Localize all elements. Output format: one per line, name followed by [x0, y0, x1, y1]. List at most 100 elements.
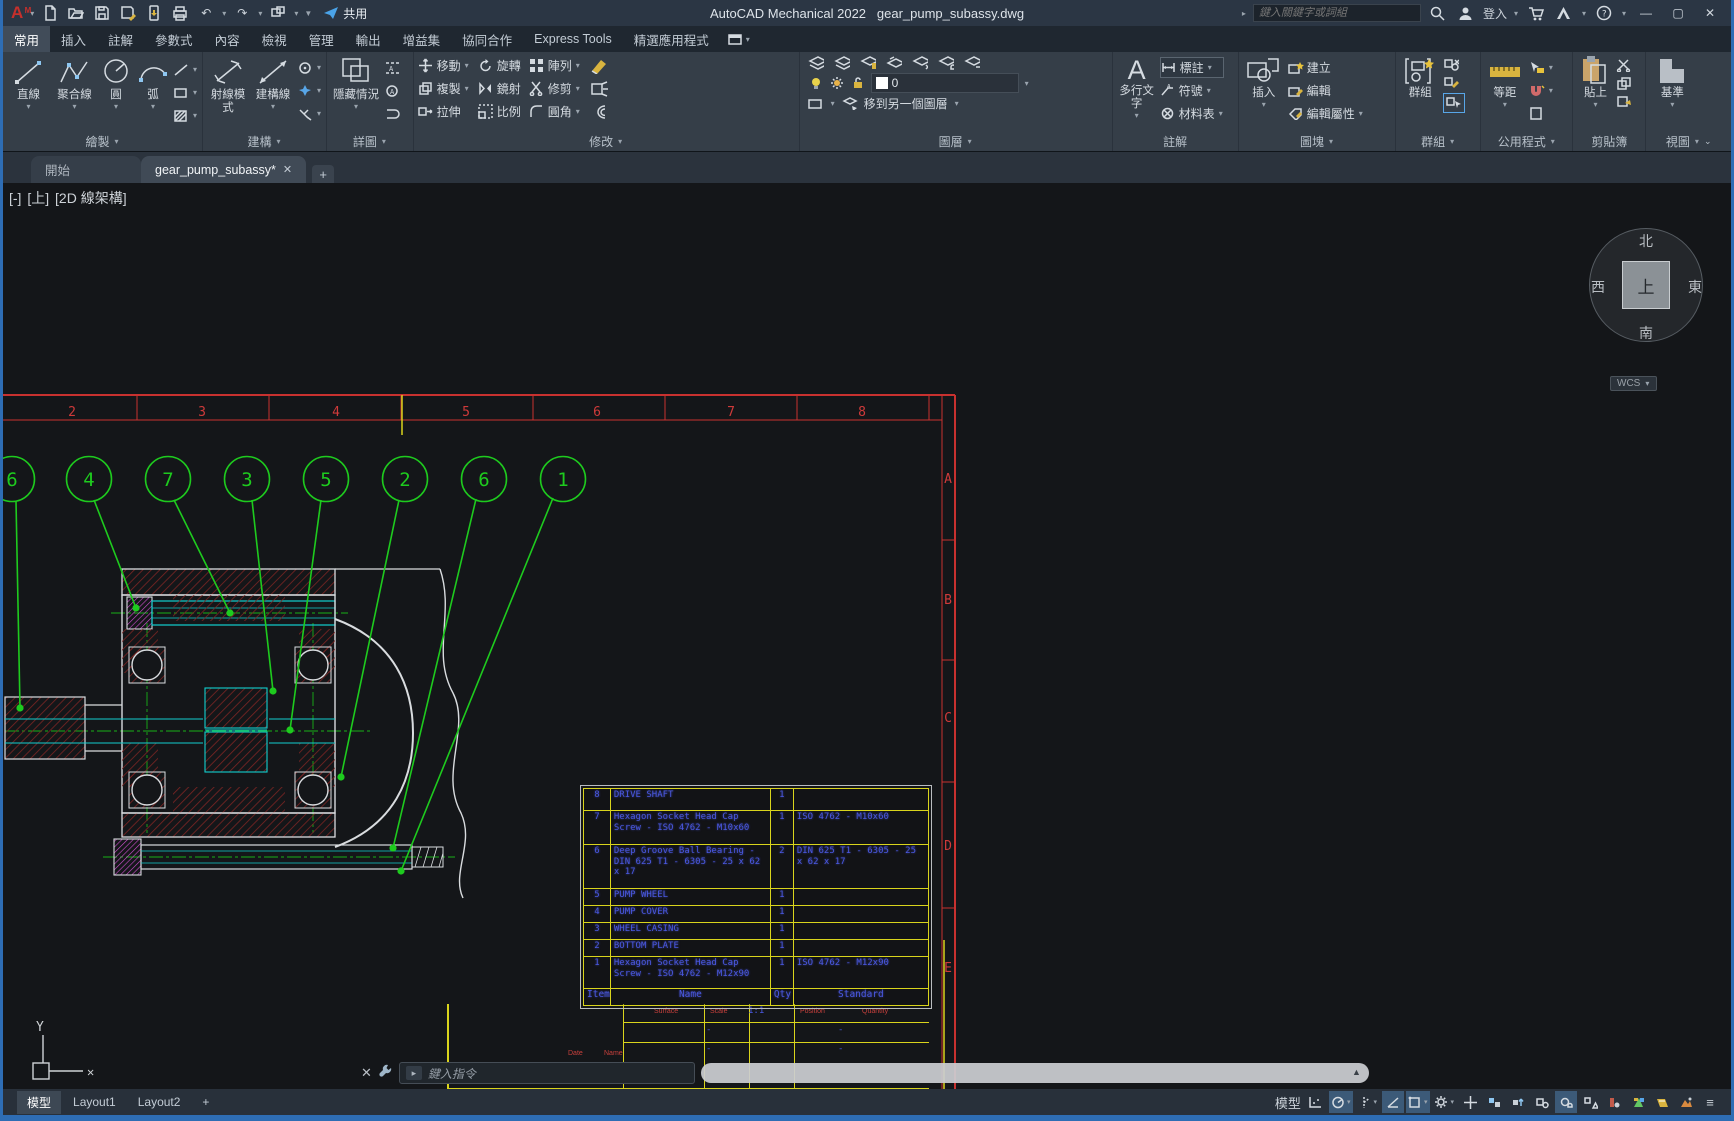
- close-button[interactable]: ✕: [1697, 6, 1723, 20]
- autoscale-toggle[interactable]: [1507, 1091, 1529, 1113]
- arc-button[interactable]: 弧▾: [136, 55, 170, 111]
- hidden-situation-button[interactable]: 隱藏情況▾: [331, 55, 381, 111]
- ray-mode-button[interactable]: 射線模式: [207, 55, 249, 115]
- annotation-lock-toggle[interactable]: [1555, 1091, 1577, 1113]
- help-icon[interactable]: ?: [1593, 3, 1615, 23]
- paste-button[interactable]: 貼上▾: [1577, 55, 1613, 109]
- polyline-button[interactable]: 聚合線▾: [53, 55, 96, 111]
- table-row[interactable]: 2BOTTOM PLATE1: [584, 940, 928, 957]
- search-expand-icon[interactable]: ▸: [1241, 9, 1247, 18]
- move-button[interactable]: 移動▾: [418, 55, 470, 76]
- new-drawing-tab-button[interactable]: +: [312, 165, 334, 183]
- open-from-mobile-button[interactable]: [143, 3, 165, 23]
- mirror-button[interactable]: 鏡射: [478, 78, 521, 99]
- table-row[interactable]: 3WHEEL CASING1: [584, 923, 928, 940]
- user-icon[interactable]: [1455, 3, 1477, 23]
- point-style-button[interactable]: ▾: [1528, 80, 1554, 101]
- layer-thaw-sun-icon[interactable]: [829, 75, 845, 91]
- ribbon-pin-icon[interactable]: ⌄: [1704, 136, 1712, 147]
- app-store-cart-icon[interactable]: [1525, 3, 1547, 23]
- insert-block-button[interactable]: 插入▾: [1243, 55, 1285, 109]
- layout1-tab[interactable]: Layout1: [63, 1092, 126, 1112]
- plot-button[interactable]: [169, 3, 191, 23]
- tab-addins[interactable]: 增益集: [392, 26, 452, 52]
- scale-button[interactable]: 比例: [478, 101, 521, 122]
- copy-clip-icon[interactable]: [1616, 75, 1632, 91]
- tab-home[interactable]: 常用: [3, 26, 50, 52]
- layer-state-icon[interactable]: [834, 55, 850, 71]
- edit-block-button[interactable]: 編輯: [1288, 80, 1364, 101]
- new-layout-button[interactable]: +: [192, 1092, 219, 1112]
- tab-manage[interactable]: 管理: [298, 26, 345, 52]
- command-customize-wrench-icon[interactable]: [378, 1063, 393, 1083]
- table-row[interactable]: 4PUMP COVER1: [584, 906, 928, 923]
- group-button[interactable]: 群組: [1400, 55, 1440, 100]
- share-button[interactable]: 共用: [323, 5, 367, 22]
- signin-label[interactable]: 登入: [1483, 5, 1507, 22]
- panel-title-block[interactable]: 圖塊▾: [1239, 131, 1396, 151]
- detail-view-button[interactable]: A: [384, 80, 402, 101]
- tab-express-tools[interactable]: Express Tools: [523, 26, 623, 52]
- edit-attributes-button[interactable]: 編輯屬性▾: [1288, 103, 1364, 124]
- drawing-canvas[interactable]: [-] [上] [2D 線架構] 北 南 西 東 上 WCS▾: [3, 183, 1734, 1089]
- table-row[interactable]: 7Hexagon Socket Head Cap Screw - ISO 476…: [584, 811, 928, 845]
- bom-button[interactable]: 材料表▾: [1160, 103, 1224, 124]
- balloon[interactable]: 1: [398, 457, 585, 874]
- crosshair-isolate-button[interactable]: [1459, 1091, 1481, 1113]
- viewport-menu-control[interactable]: [-]: [9, 190, 21, 206]
- panel-title-modify[interactable]: 修改▾: [414, 131, 799, 151]
- group-edit-icon[interactable]: [1443, 75, 1459, 91]
- viewcube-south[interactable]: 南: [1634, 323, 1658, 343]
- table-row[interactable]: 5PUMP WHEEL1: [584, 889, 928, 906]
- viewcube-east[interactable]: 東: [1683, 277, 1707, 297]
- isolate-objects-button[interactable]: ≡: [1699, 1091, 1721, 1113]
- parts-list-table[interactable]: 8DRIVE SHAFT1 7Hexagon Socket Head Cap S…: [583, 788, 929, 1006]
- annotation-monitor-button[interactable]: [1627, 1091, 1649, 1113]
- viewcube-north[interactable]: 北: [1634, 231, 1658, 251]
- circle-button[interactable]: 圓▾: [99, 55, 133, 111]
- stretch-button[interactable]: 拉伸: [418, 101, 470, 122]
- grid-display-toggle[interactable]: [1305, 1091, 1327, 1113]
- calculator-button[interactable]: [1528, 103, 1554, 124]
- base-view-button[interactable]: 基準▾: [1650, 55, 1694, 109]
- cut-icon[interactable]: [1616, 57, 1632, 73]
- minimize-button[interactable]: —: [1633, 6, 1659, 20]
- command-history-bar[interactable]: ▲: [701, 1063, 1369, 1083]
- layer-properties-icon[interactable]: [808, 55, 824, 71]
- graphics-performance-button[interactable]: [1675, 1091, 1697, 1113]
- create-block-button[interactable]: 建立: [1288, 57, 1364, 78]
- polar-tracking-toggle[interactable]: ▾: [1355, 1091, 1380, 1113]
- point-button[interactable]: ▾: [297, 80, 322, 101]
- array-button[interactable]: 陣列▾: [529, 55, 581, 76]
- erase-button[interactable]: [589, 55, 609, 76]
- save-as-button[interactable]: [117, 3, 139, 23]
- ungroup-icon[interactable]: [1443, 57, 1459, 73]
- layer-on-bulb-icon[interactable]: [808, 75, 824, 91]
- hole-chart-button[interactable]: [384, 103, 402, 124]
- help-dropdown-icon[interactable]: ▾: [1621, 9, 1627, 18]
- panel-title-utilities[interactable]: 公用程式▾: [1481, 131, 1573, 151]
- new-file-button[interactable]: [39, 3, 61, 23]
- hatch-button[interactable]: ▾: [173, 105, 198, 126]
- erase-construction-button[interactable]: ▾: [297, 103, 322, 124]
- panel-title-layer[interactable]: 圖層▾: [800, 131, 1112, 151]
- panel-title-detail[interactable]: 詳圖▾: [327, 131, 413, 151]
- signin-dropdown-icon[interactable]: ▾: [1513, 9, 1519, 18]
- autodesk-app-icon[interactable]: [1553, 3, 1575, 23]
- balloon[interactable]: 4: [67, 457, 139, 611]
- copy-button[interactable]: 複製▾: [418, 78, 470, 99]
- layer-unlock-icon[interactable]: [850, 75, 866, 91]
- search-icon[interactable]: [1427, 3, 1449, 23]
- layer-select-combo[interactable]: 0: [871, 73, 1019, 93]
- offset-button[interactable]: [589, 101, 609, 122]
- tab-insert[interactable]: 插入: [50, 26, 97, 52]
- panel-title-draw[interactable]: 繪製▾: [3, 131, 202, 151]
- rotate-button[interactable]: 旋轉: [478, 55, 521, 76]
- selection-cycling-toggle[interactable]: [1579, 1091, 1601, 1113]
- mtext-button[interactable]: A 多行文字▾: [1117, 55, 1157, 120]
- autodesk-dropdown-icon[interactable]: ▾: [1581, 9, 1587, 18]
- construction-line-button[interactable]: 建構線▾: [252, 55, 294, 111]
- workspace-switching-button[interactable]: [1603, 1091, 1625, 1113]
- ribbon-options-button[interactable]: ▾: [720, 26, 759, 52]
- table-row[interactable]: 6Deep Groove Ball Bearing - DIN 625 T1 -…: [584, 845, 928, 889]
